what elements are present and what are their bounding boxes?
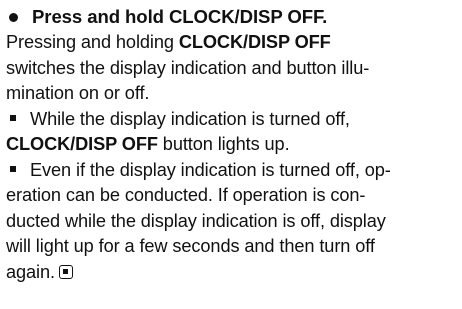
end-of-section-icon (58, 264, 73, 279)
note-2-text-5: again. (6, 261, 55, 282)
note-2-line-1: Even if the display indication is turned… (6, 158, 458, 184)
instruction-block: Press and hold CLOCK/DISP OFF. Pressing … (6, 4, 458, 285)
filled-circle-icon (9, 12, 18, 22)
step-heading: Press and hold CLOCK/DISP OFF. (6, 4, 458, 30)
note-1-line-2: CLOCK/DISP OFF button lights up. (6, 132, 458, 158)
filled-square-icon (10, 114, 16, 121)
intro-text-1: Pressing and holding (6, 32, 179, 52)
note-2-line-5: again. (6, 260, 458, 286)
button-name-clock-disp-off: CLOCK/DISP OFF (178, 32, 331, 52)
intro-line-2: switches the display indication and butt… (6, 57, 370, 78)
note-1-line-1: While the display indication is turned o… (6, 107, 458, 133)
filled-square-icon (10, 165, 16, 172)
intro-line-1: Pressing and holding CLOCK/DISP OFF (6, 30, 458, 56)
step-heading-text: Press and hold CLOCK/DISP OFF. (32, 6, 328, 27)
note-2-text-1: Even if the display indication is turned… (30, 159, 391, 180)
button-name-clock-disp-off: CLOCK/DISP OFF (6, 134, 158, 154)
note-1-text-1: While the display indication is turned o… (30, 108, 350, 129)
note-2-line-2: eration can be conducted. If operation i… (6, 185, 366, 205)
intro-line-3: mination on or off. (6, 83, 150, 103)
note-2-line-3: ducted while the display indication is o… (6, 210, 386, 231)
note-1-text-2: button lights up. (157, 134, 290, 154)
note-2-line-4: will light up for a few seconds and then… (6, 236, 375, 256)
